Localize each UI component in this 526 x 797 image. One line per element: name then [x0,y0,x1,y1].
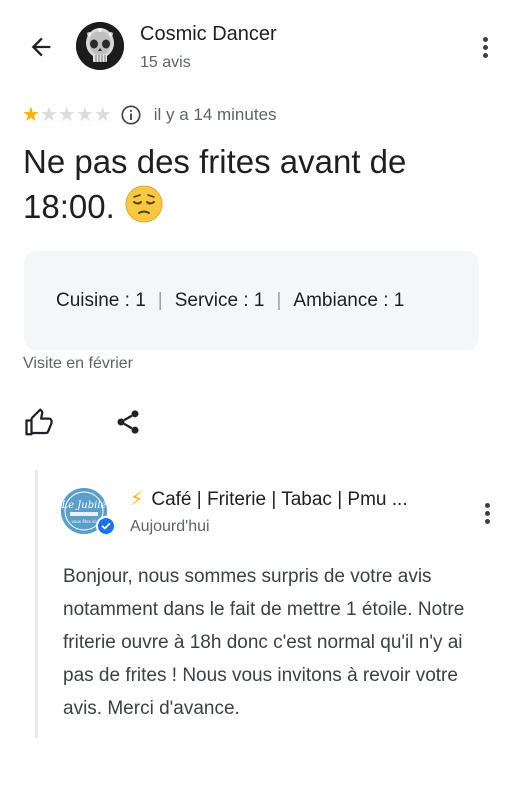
visit-date: Visite en février [23,355,133,372]
pensive-face-emoji [124,184,164,235]
review-time: il y a 14 minutes [153,105,277,124]
review-header: Cosmic Dancer 15 avis [0,0,526,96]
star-empty-icon: ★ [39,104,58,126]
owner-reply: Le Jubilé vous êtes ici ⚡ Café | Friterie… [35,470,505,738]
owner-reply-date: Aujourd'hui [130,518,210,535]
rating-row: ★ ★ ★ ★ ★ il y a 14 minutes [22,102,277,128]
sub-rating-cuisine: Cuisine : 1 [56,289,146,311]
sub-rating-ambiance: Ambiance : 1 [293,289,405,311]
verified-icon [96,516,116,536]
star-empty-icon: ★ [57,104,76,126]
review-title: Ne pas des frites avant de 18:00. [23,140,493,235]
star-filled-icon: ★ [22,104,40,126]
lightning-icon: ⚡ [130,489,144,510]
more-vert-icon-dot [482,44,488,50]
more-vert-icon-dot [484,502,490,508]
info-icon[interactable] [120,104,142,126]
sub-rating-service: Service : 1 [174,289,265,311]
user-review-count: 15 avis [140,54,191,71]
star-empty-icon: ★ [93,104,112,126]
star-empty-icon: ★ [75,104,94,126]
sub-ratings-box: Cuisine : 1 | Service : 1 | Ambiance : 1 [24,251,479,350]
like-button[interactable] [24,408,58,442]
share-button[interactable] [114,408,148,442]
more-vert-icon-dot [484,518,490,524]
more-vert-icon-dot [484,510,490,516]
user-name[interactable]: Cosmic Dancer [140,23,277,46]
thumb-up-icon [25,408,53,436]
user-avatar[interactable] [76,22,124,70]
review-title-text: Ne pas des frites avant de 18:00. [23,143,407,225]
back-button[interactable] [24,30,58,64]
more-vert-icon-dot [482,52,488,58]
arrow-back-icon [31,37,51,57]
separator: | [276,289,282,311]
owner-name-text: Café | Friterie | Tabac | Pmu ... [151,489,408,510]
owner-reply-text: Bonjour, nous sommes surpris de votre av… [63,566,465,719]
owner-name[interactable]: ⚡ Café | Friterie | Tabac | Pmu ... [130,488,408,511]
separator: | [157,289,163,311]
svg-text:vous êtes ici: vous êtes ici [72,519,97,524]
skull-avatar-image [76,22,124,70]
more-vert-icon-dot [482,36,488,42]
owner-more-options-button[interactable] [474,498,500,528]
more-options-button[interactable] [470,30,500,64]
svg-text:Le Jubilé: Le Jubilé [61,500,107,511]
share-icon [117,410,139,434]
